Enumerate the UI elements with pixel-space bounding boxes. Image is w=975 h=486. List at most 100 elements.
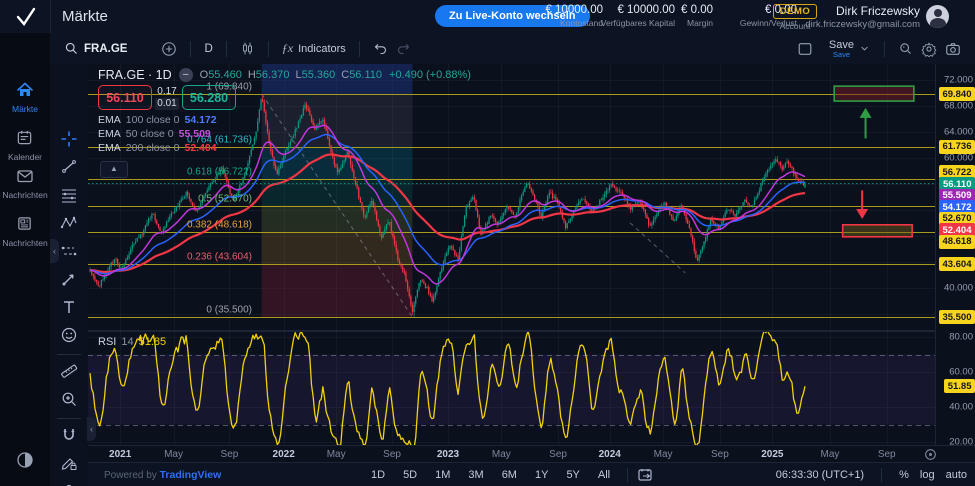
emoji-tool-icon[interactable]	[60, 326, 78, 344]
ema-params: 200 close 0	[126, 142, 180, 154]
sidebar-item-kalender-1[interactable]: Kalender	[0, 129, 50, 162]
ohlc-value: 56.110	[349, 69, 382, 81]
symbol-search[interactable]: FRA.GE	[60, 41, 131, 56]
time-tick-2022: 2022	[273, 449, 295, 460]
settings-button[interactable]	[917, 41, 941, 57]
hide-series-icon[interactable]: –	[179, 68, 193, 82]
ema-legend-row[interactable]: EMA50 close 055.509	[98, 128, 211, 140]
compare-add-button[interactable]	[157, 41, 181, 57]
drawing-toolbar	[50, 64, 89, 486]
clock[interactable]: 06:33:30 (UTC+1)	[776, 469, 864, 481]
text-tool-icon[interactable]	[60, 298, 78, 316]
price-tick: 64.000	[944, 127, 973, 138]
ema-name: EMA	[98, 142, 121, 154]
time-tick-Sep: Sep	[549, 449, 567, 460]
indicators-button[interactable]: ƒx Indicators	[278, 41, 350, 56]
legend-collapse-button[interactable]: ▲	[100, 161, 128, 178]
calendar-icon	[16, 129, 34, 147]
log-scale-toggle[interactable]: log	[920, 469, 935, 481]
chart-type-button[interactable]	[236, 41, 259, 56]
time-tick-May: May	[821, 449, 840, 460]
zoom-in-tool-icon[interactable]	[60, 390, 78, 408]
buy-button[interactable]: 56.280	[182, 85, 236, 110]
fib-retracement-tool-icon[interactable]	[60, 186, 78, 204]
trend-line-tool-icon[interactable]	[60, 158, 78, 176]
range-button-5y[interactable]: 5Y	[559, 467, 586, 483]
sidebar-item-nachrichten-3[interactable]: Nachrichten	[0, 215, 50, 248]
time-tick-2023: 2023	[437, 449, 459, 460]
pattern-tool-icon[interactable]	[60, 214, 78, 232]
search-icon	[64, 41, 79, 56]
crosshair-tool-icon[interactable]	[60, 130, 78, 148]
drawing-lock-edit-tool-icon[interactable]	[60, 454, 78, 472]
interval-button[interactable]: D	[200, 43, 216, 55]
spread-value: 0.17	[152, 86, 182, 97]
layout-panel-button[interactable]	[793, 41, 817, 57]
stat-value: € 10000.00	[555, 4, 675, 16]
range-button-1m[interactable]: 1M	[428, 467, 457, 483]
scroll-to-recent-icon[interactable]	[924, 448, 937, 461]
app-header: Märkte Zu Live-Konto wechseln € 10000.00…	[0, 0, 975, 34]
time-tick-May: May	[492, 449, 511, 460]
ohlc-value: 55.360	[302, 69, 336, 81]
chart-panel-collapse-handle[interactable]: ‹	[87, 417, 96, 441]
sidebar-item-märkte-0[interactable]: Märkte	[0, 81, 50, 114]
percent-scale-toggle[interactable]: %	[899, 469, 909, 481]
ohlc-key: C	[341, 69, 349, 81]
time-axis[interactable]: 2021MaySep2022MaySep2023MaySep2024MaySep…	[88, 445, 975, 463]
drawing-toolbar-divider	[57, 418, 81, 419]
order-widget: 56.110 0.17 0.01 56.280	[98, 85, 236, 110]
projection-tool-icon[interactable]	[60, 242, 78, 260]
tradingview-link[interactable]: TradingView	[160, 469, 222, 481]
range-button-5d[interactable]: 5D	[396, 467, 424, 483]
ema-legend-row[interactable]: EMA200 close 052.404	[98, 142, 217, 154]
time-tick-Sep: Sep	[711, 449, 729, 460]
ema-name: EMA	[98, 128, 121, 140]
price-level-badge: 61.736	[939, 140, 975, 154]
price-axis[interactable]: 72.00069.84068.00064.00061.73660.00056.7…	[935, 64, 975, 445]
price-tick: 72.000	[944, 75, 973, 86]
toolbar-collapse-handle[interactable]: ‹	[50, 239, 59, 263]
time-tick-May: May	[164, 449, 183, 460]
user-info[interactable]: Dirk Friczewsky dirk.friczewsky@gmail.co…	[790, 4, 920, 30]
theme-icon	[16, 451, 34, 469]
broker-logo-icon[interactable]	[14, 5, 38, 29]
stat-label: Verfügbares Kapital	[555, 18, 675, 28]
chart-legend: FRA.GE · 1D – O55.460H56.370L55.360C56.1…	[98, 68, 471, 82]
theme-toggle[interactable]	[0, 451, 50, 472]
rsi-tick: 60.00	[949, 367, 973, 378]
range-button-1d[interactable]: 1D	[364, 467, 392, 483]
ohlc-value: 56.370	[256, 69, 290, 81]
user-email: dirk.friczewsky@gmail.com	[790, 19, 920, 30]
page-title: Märkte	[62, 8, 108, 25]
fx-icon: ƒx	[282, 41, 293, 56]
undo-button[interactable]	[369, 41, 392, 56]
time-tick-Sep: Sep	[221, 449, 239, 460]
screenshot-button[interactable]	[941, 41, 965, 57]
lock-all-drawings-icon[interactable]	[60, 482, 78, 486]
trading-app: Märkte Zu Live-Konto wechseln € 10000.00…	[0, 0, 975, 486]
go-to-date-button[interactable]	[638, 468, 654, 482]
range-button-1y[interactable]: 1Y	[528, 467, 555, 483]
save-menu-chevron[interactable]	[854, 42, 875, 55]
auto-scale-toggle[interactable]: auto	[946, 469, 967, 481]
quick-search-button[interactable]	[894, 41, 917, 56]
redo-button[interactable]	[392, 41, 415, 56]
time-tick-May: May	[327, 449, 346, 460]
range-button-all[interactable]: All	[591, 467, 617, 483]
magnet-tool-icon[interactable]	[60, 426, 78, 444]
legend-symbol[interactable]: FRA.GE · 1D	[98, 68, 172, 82]
sidebar-item-label: Nachrichten	[0, 238, 50, 248]
spread-pip: 0.01	[155, 98, 179, 110]
range-button-3m[interactable]: 3M	[461, 467, 490, 483]
ruler-tool-icon[interactable]	[60, 362, 78, 380]
sell-button[interactable]: 56.110	[98, 85, 152, 110]
price-tick: 60.000	[944, 153, 973, 164]
header-divider	[50, 0, 51, 33]
sidebar-item-nachrichten-2[interactable]: Nachrichten	[0, 167, 50, 200]
ema-legend-row[interactable]: EMA100 close 054.172	[98, 114, 217, 126]
avatar[interactable]	[926, 5, 949, 28]
arrow-marker-tool-icon[interactable]	[60, 270, 78, 288]
save-button[interactable]: Save Save	[829, 39, 854, 59]
range-button-6m[interactable]: 6M	[495, 467, 524, 483]
